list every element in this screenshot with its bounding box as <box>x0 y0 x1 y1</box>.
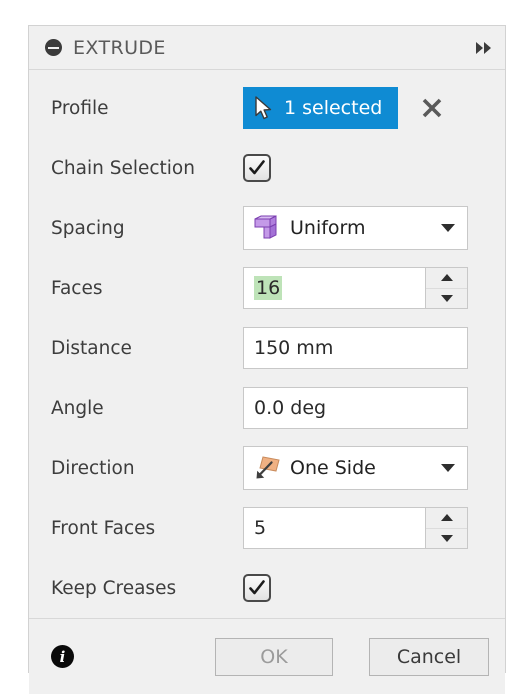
checkmark-icon <box>249 160 265 175</box>
triangle-down-icon <box>440 294 453 302</box>
triangle-down-icon <box>440 534 453 542</box>
field-spacing: Uniform <box>243 198 489 258</box>
faces-input[interactable]: 16 <box>243 267 425 309</box>
spacing-dropdown[interactable]: Uniform <box>243 206 468 250</box>
triangle-up-icon <box>440 514 453 522</box>
direction-value: One Side <box>290 457 376 479</box>
front-faces-spinner: 5 <box>243 507 468 549</box>
dialog-body: Profile 1 selected Chain Selection Spaci… <box>29 70 505 618</box>
row-direction: Direction One Side <box>29 438 505 498</box>
front-faces-input[interactable]: 5 <box>243 507 425 549</box>
faces-decrement-button[interactable] <box>426 289 467 309</box>
dialog-footer: i OK Cancel <box>29 618 505 694</box>
label-faces: Faces <box>51 277 103 299</box>
field-profile: 1 selected <box>243 78 489 138</box>
field-distance: 150 mm <box>243 318 489 378</box>
front-faces-decrement-button[interactable] <box>426 529 467 549</box>
chevron-down-icon <box>441 464 455 472</box>
direction-dropdown[interactable]: One Side <box>243 446 468 490</box>
triangle-up-icon <box>440 274 453 282</box>
faces-value: 16 <box>254 276 283 300</box>
faces-increment-button[interactable] <box>426 268 467 289</box>
keep-creases-checkbox[interactable] <box>243 574 271 602</box>
front-faces-spin-buttons <box>425 507 468 549</box>
profile-select-button[interactable]: 1 selected <box>243 87 399 129</box>
ok-button[interactable]: OK <box>215 637 333 676</box>
front-faces-increment-button[interactable] <box>426 508 467 529</box>
cancel-button[interactable]: Cancel <box>369 637 489 676</box>
row-profile: Profile 1 selected <box>29 78 505 138</box>
label-distance: Distance <box>51 337 132 359</box>
one-side-direction-icon <box>256 456 280 479</box>
label-direction: Direction <box>51 457 135 479</box>
dialog-titlebar: EXTRUDE <box>29 26 505 70</box>
checkmark-icon <box>249 580 265 595</box>
faces-spin-buttons <box>425 267 468 309</box>
close-x-icon <box>423 98 442 118</box>
row-chain-selection: Chain Selection <box>29 138 505 198</box>
field-front-faces: 5 <box>243 498 489 558</box>
row-front-faces: Front Faces 5 <box>29 498 505 558</box>
label-spacing: Spacing <box>51 217 125 239</box>
row-spacing: Spacing Uniform <box>29 198 505 258</box>
chain-selection-checkbox[interactable] <box>243 154 271 182</box>
extrude-dialog: EXTRUDE Profile 1 selected Chain Selecti… <box>28 25 506 694</box>
field-chain-selection <box>243 138 489 198</box>
label-angle: Angle <box>51 397 104 419</box>
extrude-uniform-icon <box>254 215 277 239</box>
row-distance: Distance 150 mm <box>29 318 505 378</box>
field-direction: One Side <box>243 438 489 498</box>
faces-spinner: 16 <box>243 267 468 309</box>
profile-select-label: 1 selected <box>284 97 383 119</box>
field-keep-creases <box>243 558 489 618</box>
label-keep-creases: Keep Creases <box>51 577 177 599</box>
page-title: EXTRUDE <box>73 36 166 59</box>
front-faces-value: 5 <box>254 517 267 539</box>
row-keep-creases: Keep Creases <box>29 558 505 618</box>
profile-clear-button[interactable] <box>412 87 452 129</box>
row-faces: Faces 16 <box>29 258 505 318</box>
cursor-arrow-icon <box>255 96 272 120</box>
fast-forward-icon[interactable] <box>474 38 493 58</box>
field-faces: 16 <box>243 258 489 318</box>
label-profile: Profile <box>51 97 109 119</box>
label-chain-selection: Chain Selection <box>51 157 195 179</box>
info-icon[interactable]: i <box>51 645 74 668</box>
label-front-faces: Front Faces <box>51 517 156 539</box>
chevron-down-icon <box>441 224 455 232</box>
distance-input[interactable]: 150 mm <box>243 327 468 369</box>
collapse-minus-icon[interactable] <box>45 39 62 56</box>
spacing-value: Uniform <box>290 217 366 239</box>
field-angle: 0.0 deg <box>243 378 489 438</box>
row-angle: Angle 0.0 deg <box>29 378 505 438</box>
angle-input[interactable]: 0.0 deg <box>243 387 468 429</box>
